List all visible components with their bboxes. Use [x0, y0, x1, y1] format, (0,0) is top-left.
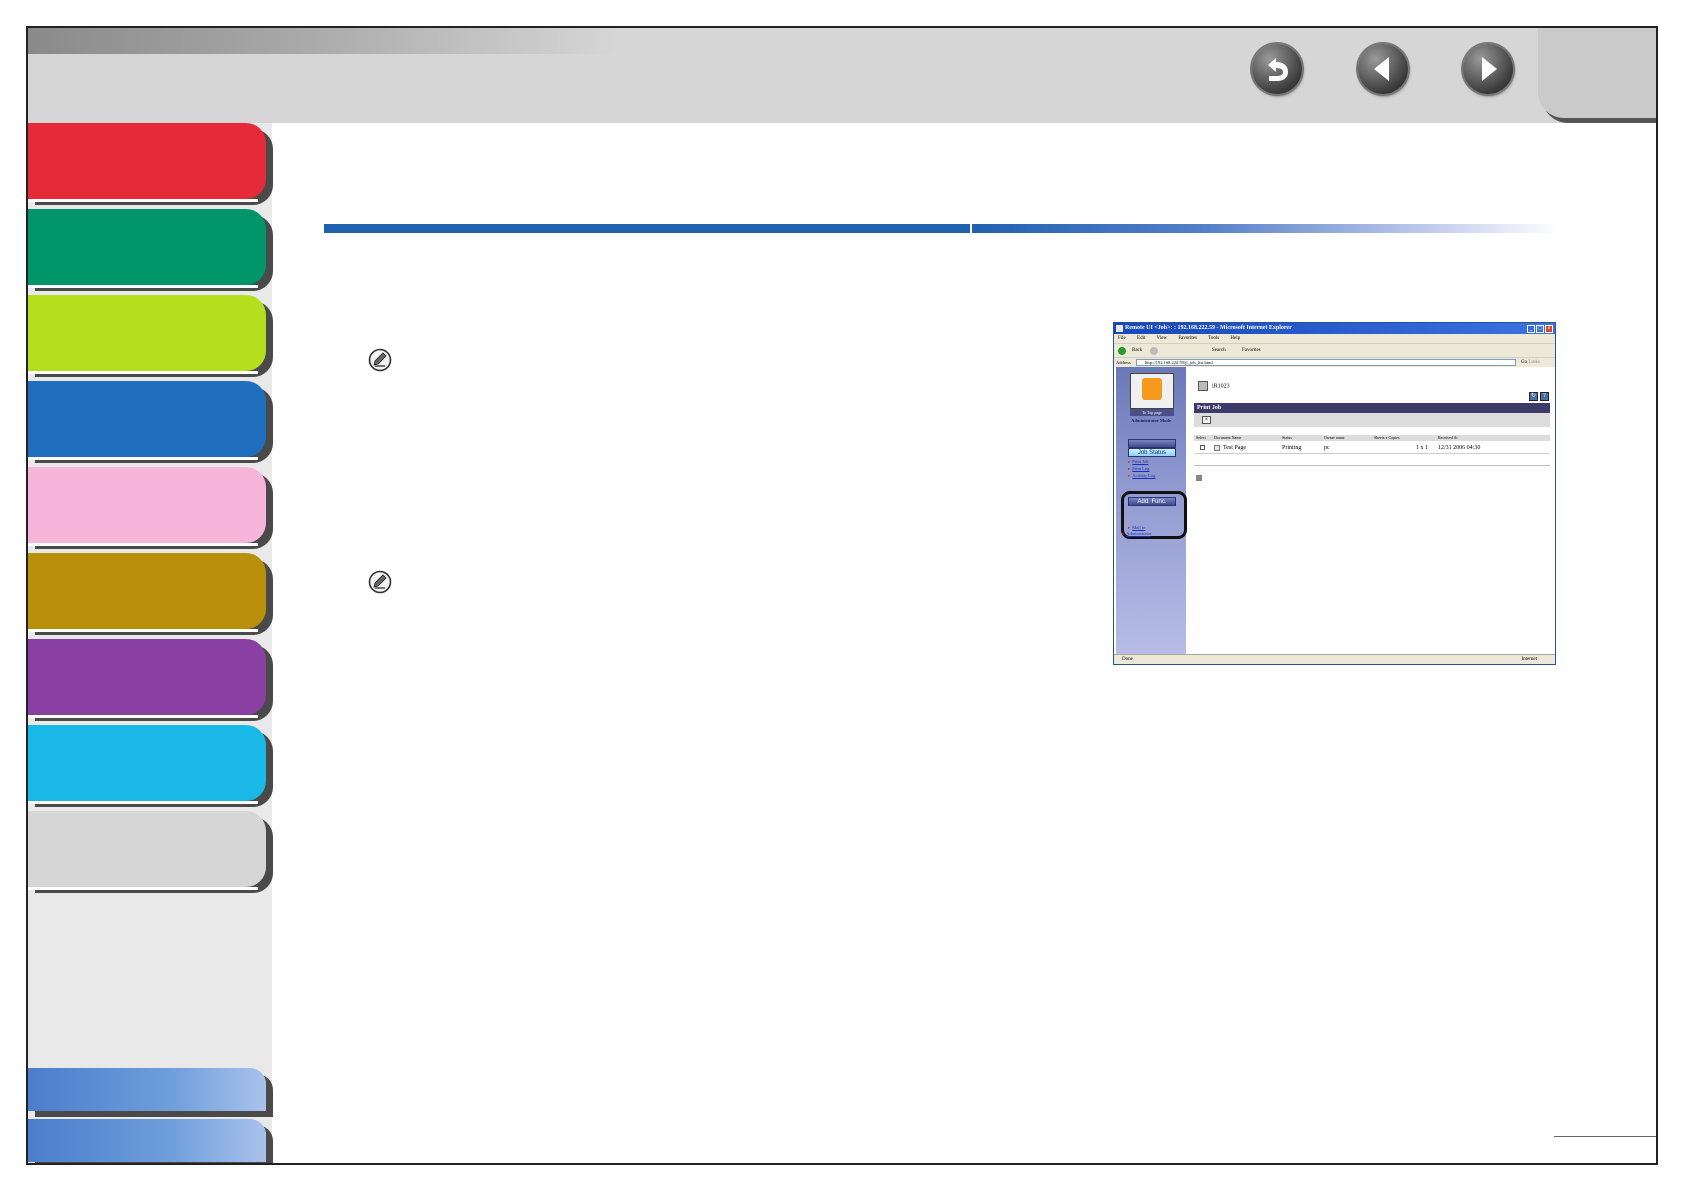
toolbar: Back Search Favorites [1114, 343, 1555, 357]
chapter-tab-4[interactable] [28, 381, 266, 460]
menu-edit[interactable]: Edit [1137, 336, 1145, 341]
go-label: Go [1521, 360, 1528, 365]
document-icon [1214, 445, 1220, 451]
section-title: Print Job [1194, 403, 1550, 413]
minimize-icon[interactable]: _ [1527, 325, 1535, 333]
section-rule-left [324, 224, 970, 233]
col-copies: Sheets x Copies [1374, 435, 1400, 440]
page-frame: Remote UI <Job>: : 192.168.222.59 - Micr… [26, 26, 1658, 1165]
print-job-link[interactable]: Print Job [1132, 459, 1148, 465]
hidden-menu-button[interactable] [1128, 439, 1176, 448]
address-bar: Address http://192.168.222.59/jl_job_lis… [1114, 357, 1555, 367]
status-bar: Done Internet [1114, 654, 1555, 664]
row-checkbox[interactable] [1200, 445, 1205, 450]
col-owner: Owner name [1324, 435, 1345, 440]
chapter-tab-5[interactable] [28, 467, 266, 546]
chapter-tab-1[interactable] [28, 123, 266, 202]
window-title: Remote UI <Job>: : 192.168.222.59 - Micr… [1125, 325, 1292, 331]
status-done: Done [1122, 657, 1133, 662]
toolbar-back-label[interactable]: Back [1132, 348, 1142, 353]
to-top-page-link[interactable]: To Top page [1130, 409, 1174, 416]
col-status: Status [1282, 435, 1292, 440]
window-title-bar: Remote UI <Job>: : 192.168.222.59 - Micr… [1114, 323, 1555, 334]
note-pencil-icon [368, 570, 392, 594]
table-row[interactable]: Test Page Printing pc 1 x 1 12/31 2006 0… [1194, 443, 1550, 454]
menu-view[interactable]: View [1157, 336, 1168, 341]
cell-owner: pc [1324, 445, 1330, 451]
remote-ui-screenshot: Remote UI <Job>: : 192.168.222.59 - Micr… [1113, 322, 1556, 665]
corner-tab[interactable] [1538, 28, 1656, 118]
go-button[interactable]: Go Links [1521, 359, 1540, 366]
previous-page-icon [1374, 57, 1389, 81]
cell-status: Printing [1282, 445, 1302, 451]
remote-ui-sidebar: To Top page Administrator Mode Job Statu… [1116, 367, 1187, 654]
col-document: Document Name [1214, 435, 1242, 440]
menu-help[interactable]: Help [1230, 336, 1240, 341]
next-page-button[interactable] [1463, 44, 1513, 94]
bottom-nav-tab-1[interactable] [28, 1068, 266, 1111]
section-rule-right [972, 224, 1560, 233]
toolbar-favorites-label[interactable]: Favorites [1242, 344, 1261, 357]
address-label: Address [1116, 360, 1131, 365]
print-log-link[interactable]: Print Log [1132, 466, 1149, 472]
back-button[interactable] [1252, 44, 1302, 94]
cancel-job-icon[interactable]: × [1202, 416, 1211, 424]
activity-log-link[interactable]: Activity Log [1132, 473, 1155, 479]
chapter-tab-8[interactable] [28, 725, 266, 804]
cell-copies: 1 x 1 [1416, 445, 1428, 451]
window-buttons: _ □ × [1526, 324, 1553, 333]
col-select: Select [1196, 435, 1206, 440]
close-icon[interactable]: × [1545, 325, 1553, 333]
device-header: iR1023 [1198, 381, 1230, 391]
mode-label: Administrator Mode [1131, 418, 1171, 423]
bottom-nav-tab-2[interactable] [28, 1119, 266, 1162]
chapter-tab-9[interactable] [28, 811, 266, 890]
chapter-tab-2[interactable] [28, 209, 266, 288]
note-pencil-icon [368, 348, 392, 372]
printer-icon [1142, 378, 1162, 400]
page-number-line [1554, 1136, 1656, 1137]
small-icon [1196, 475, 1202, 481]
help-icon[interactable]: ? [1540, 392, 1549, 401]
device-logo[interactable] [1130, 373, 1174, 409]
previous-page-button[interactable] [1358, 44, 1408, 94]
administrator-link[interactable]: Administrator [1126, 531, 1153, 537]
address-value: http://192.168.222.59/jl_job_list.html [1145, 360, 1213, 365]
links-label: Links [1528, 360, 1540, 365]
header-icons: ↻? [1527, 384, 1549, 402]
job-status-button[interactable]: Job Status [1128, 448, 1176, 457]
back-arrow-icon[interactable] [1118, 347, 1126, 355]
device-name: iR1023 [1212, 383, 1230, 390]
cell-document: Test Page [1223, 445, 1247, 451]
menu-file[interactable]: File [1118, 336, 1126, 341]
col-received: Received At [1438, 435, 1458, 440]
status-zone: Internet [1521, 657, 1537, 662]
toolbar-search-label[interactable]: Search [1212, 344, 1226, 357]
action-bar: × [1194, 413, 1550, 427]
table-separator [1194, 465, 1550, 466]
forward-arrow-icon[interactable] [1150, 347, 1158, 355]
chapter-tab-6[interactable] [28, 553, 266, 632]
chapter-tab-7[interactable] [28, 639, 266, 718]
next-page-icon [1482, 57, 1497, 81]
ie-icon [1116, 325, 1123, 332]
job-table-header: Select Document Name Status Owner name S… [1194, 435, 1550, 441]
back-icon [1268, 58, 1288, 81]
refresh-icon[interactable]: ↻ [1529, 392, 1538, 401]
top-bar-gradient [28, 28, 618, 54]
cell-received: 12/31 2006 04:30 [1438, 445, 1481, 451]
menu-bar: File Edit View Favorites Tools Help [1114, 334, 1555, 343]
menu-favorites[interactable]: Favorites [1178, 336, 1197, 341]
sidebar [28, 123, 272, 1163]
remote-ui-main: iR1023 ↻? Print Job × Select Document Na… [1188, 367, 1555, 654]
address-field[interactable]: http://192.168.222.59/jl_job_list.html [1136, 359, 1516, 366]
chapter-tab-3[interactable] [28, 295, 266, 374]
maximize-icon[interactable]: □ [1536, 325, 1544, 333]
device-icon [1198, 381, 1208, 391]
add-func-button[interactable]: Add. Func. [1128, 497, 1176, 506]
menu-tools[interactable]: Tools [1208, 336, 1219, 341]
top-bar [28, 28, 1656, 123]
